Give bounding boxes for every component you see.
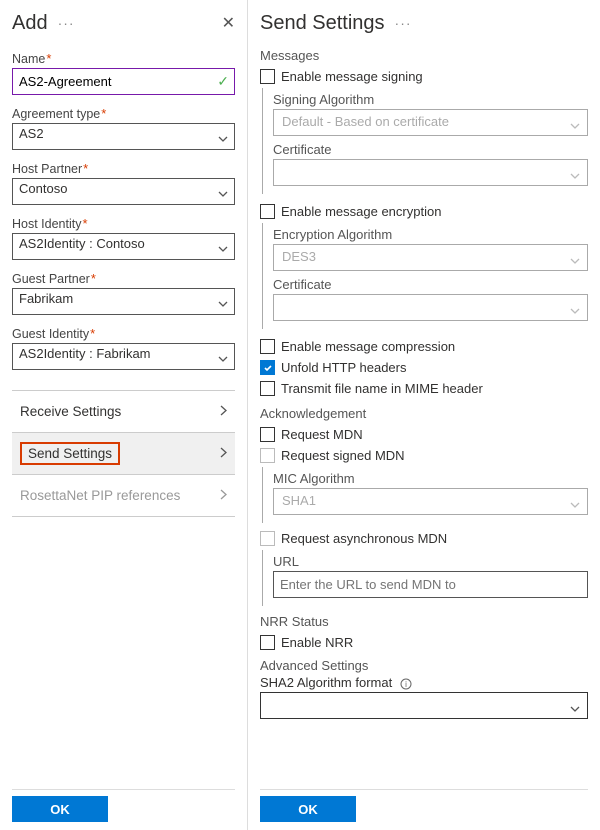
nrr-section-label: NRR Status bbox=[260, 614, 588, 629]
chevron-down-icon bbox=[570, 303, 580, 321]
chevron-down-icon bbox=[570, 253, 580, 271]
enable-nrr-checkbox[interactable] bbox=[260, 635, 275, 650]
info-icon[interactable]: i bbox=[400, 678, 412, 690]
agreement-type-label: Agreement type bbox=[12, 107, 100, 121]
more-icon[interactable]: ··· bbox=[58, 15, 75, 31]
enable-encryption-label: Enable message encryption bbox=[281, 204, 441, 219]
enable-signing-checkbox[interactable] bbox=[260, 69, 275, 84]
required-star: * bbox=[46, 51, 51, 66]
settings-nav: Receive Settings Send Settings RosettaNe… bbox=[12, 390, 235, 517]
encryption-certificate-select[interactable] bbox=[273, 294, 588, 321]
guest-identity-select[interactable]: AS2Identity : Fabrikam bbox=[12, 343, 235, 370]
nav-rosettanet[interactable]: RosettaNet PIP references bbox=[12, 475, 235, 517]
encryption-algo-label: Encryption Algorithm bbox=[273, 227, 588, 242]
chevron-down-icon bbox=[570, 497, 580, 515]
certificate-label: Certificate bbox=[273, 142, 588, 157]
chevron-right-icon bbox=[220, 404, 227, 419]
ok-button[interactable]: OK bbox=[260, 796, 356, 822]
sha2-format-select[interactable] bbox=[260, 692, 588, 719]
mic-algo-label: MIC Algorithm bbox=[273, 471, 588, 486]
request-async-mdn-label: Request asynchronous MDN bbox=[281, 531, 447, 546]
enable-compression-checkbox[interactable] bbox=[260, 339, 275, 354]
add-title: Add bbox=[12, 12, 48, 35]
nav-send-settings[interactable]: Send Settings bbox=[12, 433, 235, 475]
encryption-algo-select[interactable]: DES3 bbox=[273, 244, 588, 271]
request-mdn-checkbox[interactable] bbox=[260, 427, 275, 442]
guest-partner-select[interactable]: Fabrikam bbox=[12, 288, 235, 315]
enable-nrr-label: Enable NRR bbox=[281, 635, 353, 650]
svg-text:i: i bbox=[405, 680, 407, 689]
mdn-url-input[interactable] bbox=[273, 571, 588, 598]
transmit-filename-checkbox[interactable] bbox=[260, 381, 275, 396]
guest-identity-label: Guest Identity bbox=[12, 327, 89, 341]
request-signed-mdn-checkbox[interactable] bbox=[260, 448, 275, 463]
guest-partner-label: Guest Partner bbox=[12, 272, 90, 286]
request-async-mdn-checkbox[interactable] bbox=[260, 531, 275, 546]
add-pane: Add ··· ✕ Name* ✓ Agreement type* AS2 Ho… bbox=[0, 0, 248, 830]
unfold-headers-checkbox[interactable] bbox=[260, 360, 275, 375]
add-header: Add ··· ✕ bbox=[12, 6, 235, 40]
signing-certificate-select[interactable] bbox=[273, 159, 588, 186]
messages-section-label: Messages bbox=[260, 48, 588, 63]
url-label: URL bbox=[273, 554, 588, 569]
host-identity-select[interactable]: AS2Identity : Contoso bbox=[12, 233, 235, 260]
send-settings-title: Send Settings bbox=[260, 12, 385, 35]
enable-signing-label: Enable message signing bbox=[281, 69, 423, 84]
signing-algo-select[interactable]: Default - Based on certificate bbox=[273, 109, 588, 136]
close-icon[interactable]: ✕ bbox=[222, 13, 235, 33]
chevron-down-icon bbox=[570, 118, 580, 136]
check-icon: ✓ bbox=[217, 73, 229, 90]
transmit-filename-label: Transmit file name in MIME header bbox=[281, 381, 483, 396]
encryption-certificate-label: Certificate bbox=[273, 277, 588, 292]
chevron-down-icon bbox=[570, 168, 580, 186]
name-input[interactable] bbox=[12, 68, 235, 95]
send-settings-pane: Send Settings ··· Messages Enable messag… bbox=[248, 0, 600, 830]
ok-button[interactable]: OK bbox=[12, 796, 108, 822]
chevron-down-icon bbox=[570, 701, 580, 719]
send-settings-header: Send Settings ··· bbox=[260, 6, 588, 40]
signing-algo-label: Signing Algorithm bbox=[273, 92, 588, 107]
request-mdn-label: Request MDN bbox=[281, 427, 363, 442]
ack-section-label: Acknowledgement bbox=[260, 406, 588, 421]
enable-encryption-checkbox[interactable] bbox=[260, 204, 275, 219]
advanced-section-label: Advanced Settings bbox=[260, 658, 588, 673]
unfold-headers-label: Unfold HTTP headers bbox=[281, 360, 407, 375]
enable-compression-label: Enable message compression bbox=[281, 339, 455, 354]
nav-receive-settings[interactable]: Receive Settings bbox=[12, 391, 235, 433]
name-label: Name bbox=[12, 52, 45, 66]
request-signed-mdn-label: Request signed MDN bbox=[281, 448, 405, 463]
agreement-type-select[interactable]: AS2 bbox=[12, 123, 235, 150]
sha2-label: SHA2 Algorithm format bbox=[260, 675, 392, 690]
host-partner-select[interactable]: Contoso bbox=[12, 178, 235, 205]
chevron-right-icon bbox=[220, 488, 227, 503]
chevron-right-icon bbox=[220, 446, 227, 461]
host-identity-label: Host Identity bbox=[12, 217, 81, 231]
host-partner-label: Host Partner bbox=[12, 162, 82, 176]
mic-algo-select[interactable]: SHA1 bbox=[273, 488, 588, 515]
more-icon[interactable]: ··· bbox=[395, 15, 412, 31]
